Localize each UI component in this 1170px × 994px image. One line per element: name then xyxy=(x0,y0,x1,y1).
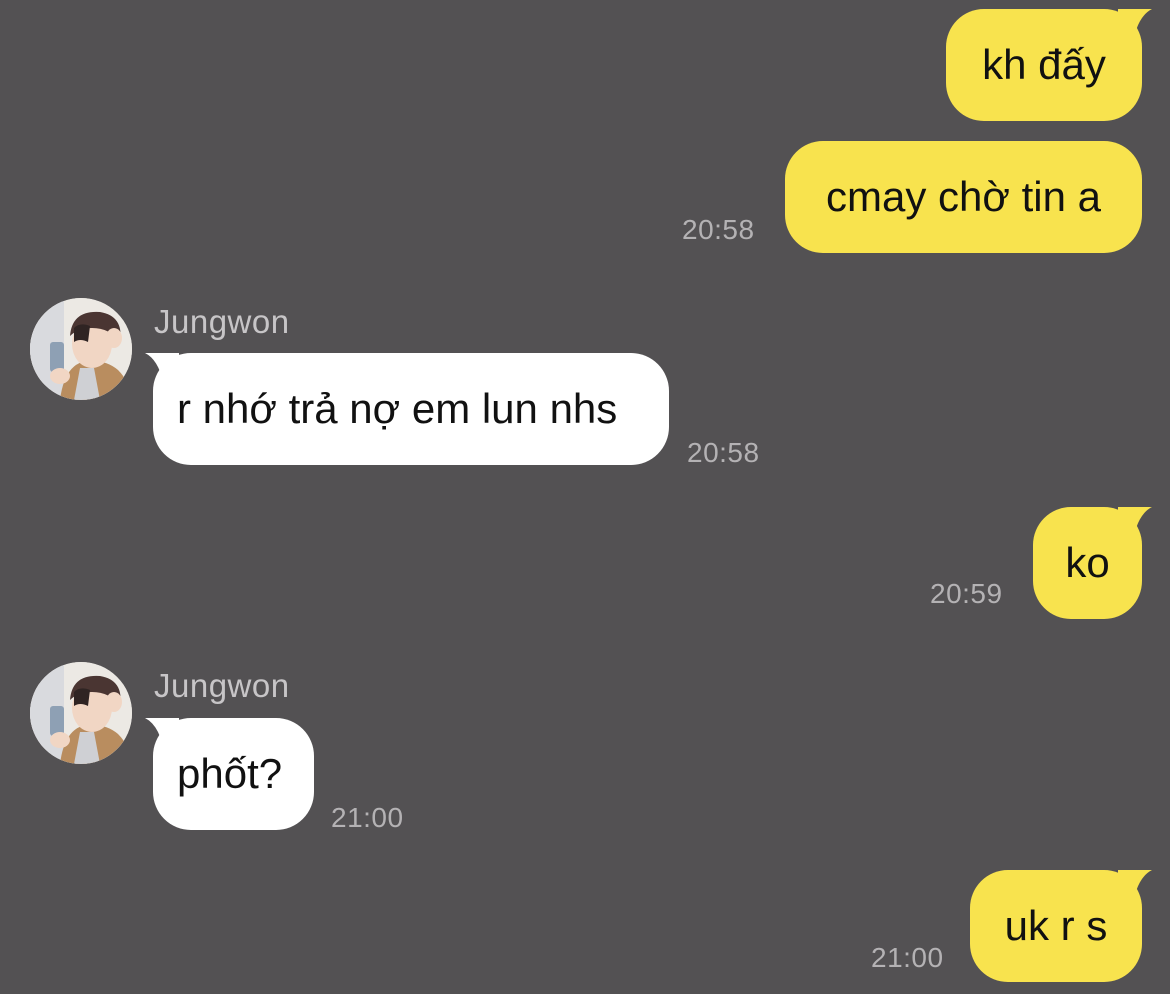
message-bubble[interactable]: phốt? xyxy=(153,718,314,830)
profile-photo-icon xyxy=(30,298,132,400)
message-time: 21:00 xyxy=(871,942,944,973)
message-bubble[interactable]: r nhớ trả nợ em lun nhs xyxy=(153,353,669,465)
bubble-tail xyxy=(1118,9,1152,49)
message-time: 21:00 xyxy=(331,802,404,833)
sender-avatar[interactable] xyxy=(30,662,132,764)
message-time: 20:59 xyxy=(930,578,1003,609)
profile-photo-icon xyxy=(30,662,132,764)
sender-name: Jungwon xyxy=(154,667,290,704)
sender-name: Jungwon xyxy=(154,303,290,340)
message-time: 20:58 xyxy=(682,214,755,245)
bubble-tail xyxy=(1118,507,1152,547)
message-bubble[interactable]: uk r s xyxy=(970,870,1142,982)
message-bubble[interactable]: kh đấy xyxy=(946,9,1142,121)
bubble-tail xyxy=(1118,870,1152,910)
message-bubble[interactable]: cmay chờ tin a xyxy=(785,141,1142,253)
message-time: 20:58 xyxy=(687,437,760,468)
sender-avatar[interactable] xyxy=(30,298,132,400)
